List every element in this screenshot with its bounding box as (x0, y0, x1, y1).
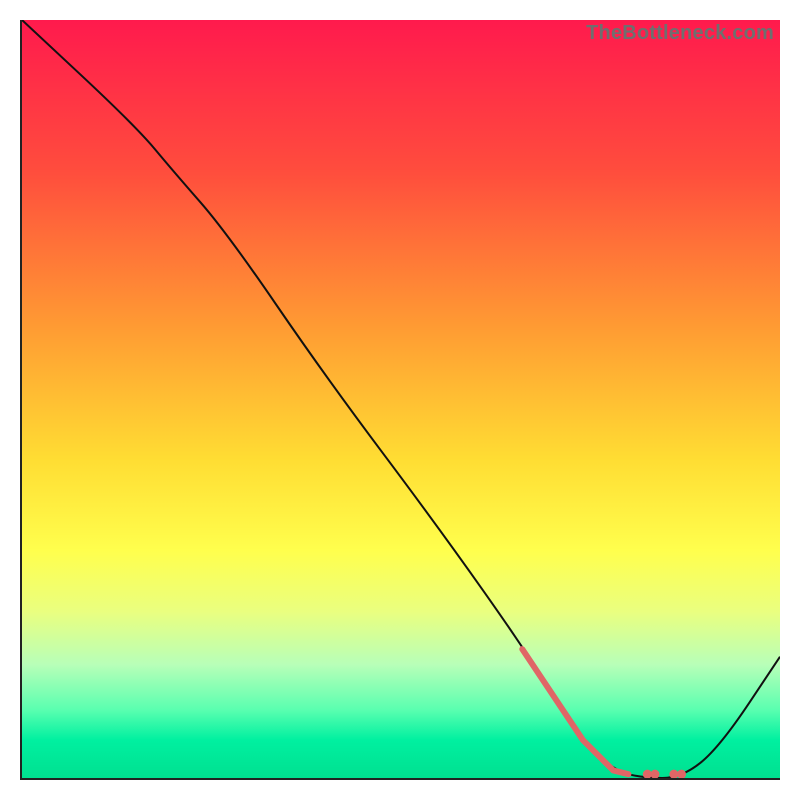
bottleneck-dot (650, 770, 659, 778)
chart-container: TheBottleneck.com (0, 0, 800, 800)
plot-area: TheBottleneck.com (20, 20, 780, 780)
watermark-text: TheBottleneck.com (586, 22, 774, 45)
bottleneck-dot (677, 770, 686, 778)
bottleneck-dots (643, 770, 686, 778)
bottleneck-highlight (522, 649, 628, 774)
main-curve (22, 20, 780, 778)
chart-svg (22, 20, 780, 778)
